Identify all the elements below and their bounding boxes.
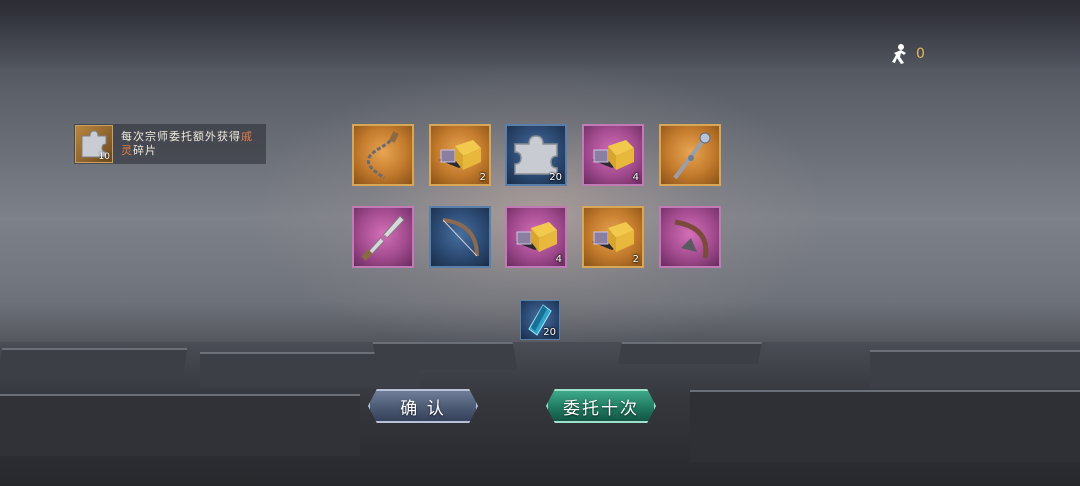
reward-slot[interactable] [352, 124, 414, 186]
item-count: 4 [555, 254, 562, 265]
item-count: 2 [632, 254, 639, 265]
item-count: 4 [632, 172, 639, 183]
counter-value: 0 [916, 46, 925, 62]
reward-slot[interactable] [429, 206, 491, 268]
bonus-info-panel: 10 每次宗师委托额外获得戚灵碎片 [74, 124, 266, 164]
floor-tile [0, 394, 360, 456]
reward-slot[interactable]: 4 [505, 206, 567, 268]
floor-tile [870, 350, 1080, 388]
item-count: 10 [98, 152, 110, 162]
floor-tile [0, 348, 188, 380]
reward-slot[interactable]: 2 [429, 124, 491, 186]
bonus-text-suffix: 碎片 [133, 144, 157, 157]
confirm-button[interactable]: 确 认 [368, 389, 478, 423]
dragon-bow-icon [674, 219, 709, 259]
item-count: 20 [549, 172, 562, 183]
entrust-ten-times-button[interactable]: 委托十次 [546, 389, 656, 423]
ornate-dagger-icon [361, 215, 405, 261]
whip-chain-icon [366, 131, 399, 180]
reward-slot[interactable] [659, 206, 721, 268]
ornate-staff-icon [673, 132, 711, 180]
floor-tile [372, 342, 518, 370]
bonus-description: 每次宗师委托额外获得戚灵碎片 [121, 130, 261, 158]
reward-slot[interactable] [659, 124, 721, 186]
stone-floor [0, 342, 1080, 486]
reward-slot[interactable]: 2 [582, 206, 644, 268]
puzzle-piece-icon[interactable]: 10 [75, 125, 113, 163]
attempt-counter: 0 [888, 42, 925, 66]
bonus-text: 每次宗师委托额外获得 [121, 130, 241, 143]
floor-tile [618, 342, 762, 364]
figure-icon [888, 42, 912, 66]
reward-slot[interactable] [352, 206, 414, 268]
extra-reward-slot[interactable]: 20 [520, 300, 560, 340]
item-count: 20 [543, 327, 556, 338]
item-count: 2 [479, 172, 486, 183]
reward-slot[interactable]: 20 [505, 124, 567, 186]
floor-tile [690, 390, 1080, 462]
bow-icon [442, 218, 479, 257]
reward-slot[interactable]: 4 [582, 124, 644, 186]
